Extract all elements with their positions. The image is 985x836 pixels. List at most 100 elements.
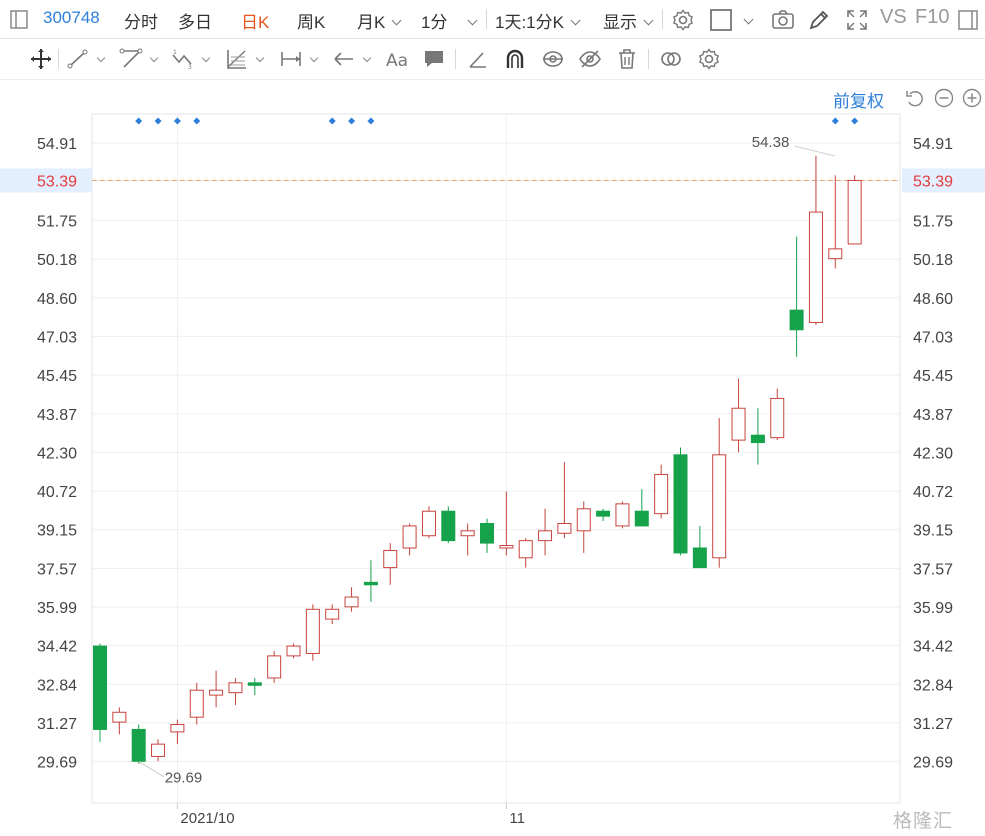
candle-body [596,510,611,517]
y-tick-label-right: 31.27 [913,716,953,733]
candle-body [692,547,707,569]
candle [828,175,843,269]
candle [480,518,494,553]
y-tick-label-left: 54.91 [37,136,77,153]
candle-body [305,608,320,654]
candle [209,670,224,708]
candle [189,682,204,725]
candle-body [402,525,417,549]
candle-body [538,530,553,542]
candle-body [654,473,669,515]
y-tick-label-left: 40.72 [37,484,77,501]
candle-body [828,248,843,260]
candle-body [209,689,224,696]
watermark-logo: 格隆汇 [893,811,954,832]
event-dots [135,117,859,125]
candle [267,650,282,683]
candle-body [480,522,494,544]
y-tick-label-right: 43.87 [913,407,953,424]
candle [93,643,107,742]
candle [654,464,669,519]
low-marker-leader [138,761,164,777]
candle [692,525,707,569]
candle [344,587,359,612]
candle [460,523,475,556]
candle-body [673,454,688,554]
y-tick-label-left: 32.84 [37,677,77,694]
y-tick-label-right: 42.30 [913,445,953,462]
candle [731,378,746,453]
candle-body [460,530,475,537]
event-dot [328,117,336,125]
x-axis: 2021/10 11 [176,803,525,827]
y-tick-label-left: 39.15 [37,523,77,540]
y-tick-label-left: 34.42 [37,639,77,656]
candle-body [325,608,340,620]
y-tick-label-left: 45.45 [37,368,77,385]
candle-body [131,728,146,762]
y-tick-label-left: 50.18 [37,252,77,269]
candle [286,643,301,659]
x-tick-label: 2021/10 [180,810,234,827]
candle-body [363,581,378,586]
candle-body [634,510,649,527]
y-tick-label-left: 37.57 [37,561,77,578]
candle-body [557,522,572,534]
candles [93,155,862,764]
y-tick-label-right: 51.75 [913,214,953,231]
event-dot [173,117,181,125]
candle [421,506,436,539]
candle [847,175,862,245]
candle-body [170,724,185,733]
candle [634,489,649,527]
y-tick-label-right: 45.45 [913,368,953,385]
low-price-label: 29.69 [165,770,203,787]
event-dot [831,117,839,125]
y-tick-label-left: 48.60 [37,291,77,308]
y-tick-label-right: 37.57 [913,561,953,578]
candle-body [441,510,456,542]
candle-body [770,397,785,439]
high-marker-leader [795,145,836,157]
candle [402,523,417,556]
candle-body [789,309,804,331]
y-tick-label-right: 40.72 [913,484,953,501]
y-tick-label-right: 48.60 [913,291,953,308]
candle [789,236,804,357]
y-axis-right: 54.91 53.39 51.75 50.18 48.60 47.03 45.45 43.87… [913,136,953,771]
candle-body [267,655,282,679]
candle [305,604,320,661]
candle-body [189,689,204,718]
event-dot [193,117,201,125]
candle [576,501,591,553]
event-dot [851,117,859,125]
candle [615,501,630,529]
event-dot [348,117,356,125]
y-tick-label-right: 39.15 [913,523,953,540]
candle [499,491,514,556]
candle-body [499,545,514,549]
candle [750,408,765,465]
y-tick-label-right: 50.18 [913,252,953,269]
candle-body [247,682,262,686]
candle [151,739,166,762]
y-tick-label-right: 29.69 [913,755,953,772]
y-tick-label-right: 34.42 [913,639,953,656]
candlestick-chart[interactable]: 54.38 29.69 54.91 53.39 51.75 50.18 48.60 47.0… [0,0,985,836]
candle-body [228,682,243,694]
candle-body [731,407,746,441]
x-tick-label: 11 [509,810,525,827]
candle [247,677,262,696]
high-price-label: 54.38 [752,134,790,151]
y-tick-label-right: 53.39 [913,173,953,190]
candle-body [847,179,862,245]
candle-body [93,645,107,730]
candle [228,677,243,705]
candle [131,724,146,764]
y-tick-label-left: 42.30 [37,445,77,462]
chart-grid [91,113,901,804]
candle-body [615,503,630,527]
candle-body [750,434,765,444]
candle-body [576,508,591,532]
y-tick-label-right: 47.03 [913,329,953,346]
